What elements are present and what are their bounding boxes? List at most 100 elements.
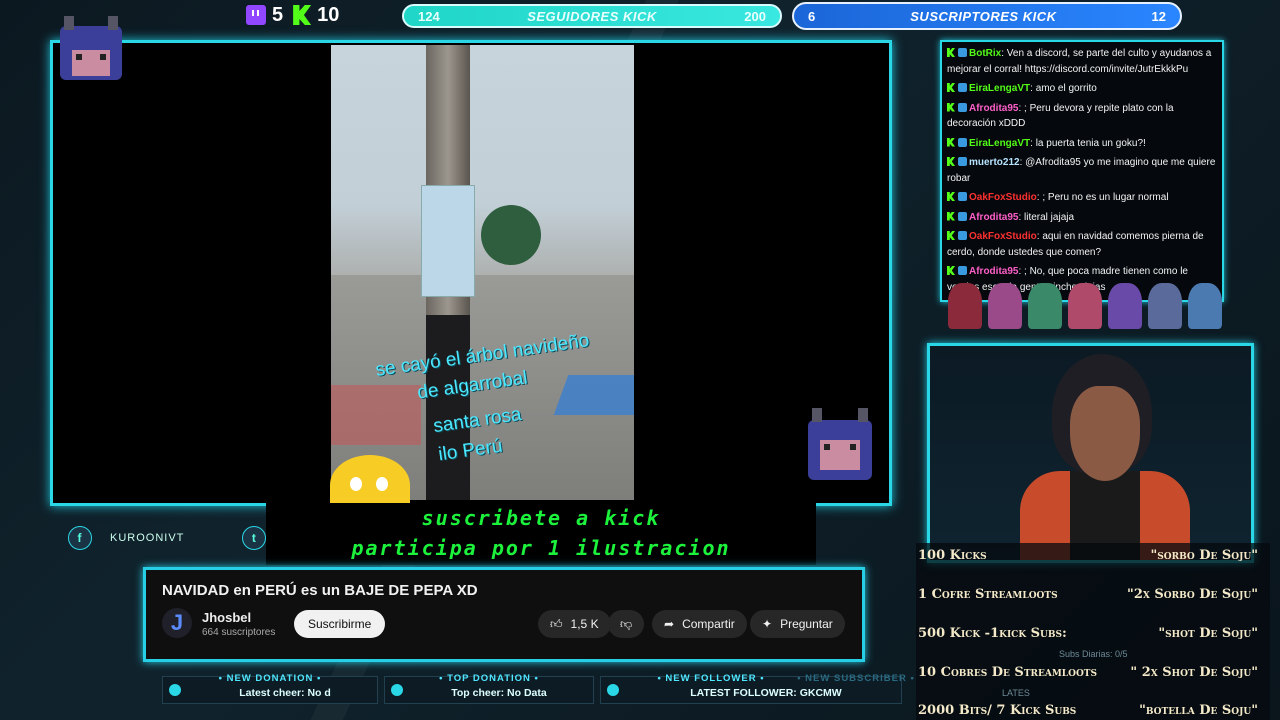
user-badge-icon (958, 231, 967, 240)
kick-badge-icon (947, 48, 955, 57)
chat-message: EiraLengaVT: amo el gorrito (947, 81, 1217, 97)
user-badge-icon (958, 83, 967, 92)
subscriber-heading: • NEW SUBSCRIBER • (797, 673, 915, 684)
goal-reward: " 2x Shot De Soju" (1130, 665, 1258, 680)
chat-username[interactable]: EiraLengaVT (969, 138, 1030, 149)
promo-banner: suscribete a kick participa por 1 ilustr… (266, 503, 816, 565)
pixel-mascot-icon (800, 402, 880, 482)
chat-username[interactable]: Afrodita95 (969, 266, 1018, 277)
socials-row: f KUROONIVT t (68, 526, 267, 550)
subs-current: 6 (808, 8, 816, 24)
chat-text: : amo el gorrito (1030, 83, 1097, 94)
kick-icon (293, 5, 312, 25)
social-handle: KUROONIVT (110, 532, 185, 544)
followers-target: 200 (744, 8, 766, 24)
chat-username[interactable]: BotRix (969, 48, 1001, 59)
monster-icon (948, 283, 982, 329)
kick-badge-icon (947, 137, 955, 147)
video-poster (421, 185, 475, 297)
like-button[interactable]: 👍︎ 1,5 K (538, 610, 611, 638)
subs-daily: Subs Diarias: 0/5 (1059, 649, 1128, 659)
video-content[interactable]: se cayó el árbol navideño de algarrobal … (331, 45, 634, 500)
pixel-mascot-icon (50, 8, 130, 88)
twitch-count: 5 (246, 4, 283, 27)
chat-text: : literal jajaja (1018, 211, 1075, 223)
user-badge-icon (958, 192, 967, 201)
chat-message: EiraLengaVT: la puerta tenia un goku?! (947, 136, 1217, 152)
goal-requirement: 100 Kicks (918, 548, 987, 563)
facebook-icon[interactable]: f (68, 526, 92, 550)
banner-line-1: suscribete a kick (421, 506, 661, 530)
kick-badge-icon (947, 231, 955, 240)
user-badge-icon (958, 137, 967, 147)
thumbs-down-icon: 👎︎ (620, 616, 633, 631)
stream-stats-bar: • NEW DONATION • Latest cheer: No d • TO… (162, 673, 922, 704)
ask-button[interactable]: ✦ Preguntar (750, 610, 845, 638)
lates-label: LATES (1002, 688, 1030, 698)
video-pole-band (426, 315, 470, 500)
goal-row: 500 Kick -1kick Subs: "shot De Soju" (918, 626, 1258, 641)
followers-current: 124 (418, 8, 440, 24)
donation-icon (169, 684, 181, 696)
share-button[interactable]: ➦ Compartir (652, 610, 747, 638)
goal-row: 2000 Bits/ 7 Kick Subs "botella De Soju" (918, 703, 1258, 718)
new-donation-cell: • NEW DONATION • Latest cheer: No d (162, 673, 378, 704)
chat-message: BotRix: Ven a discord, se parte del cult… (947, 46, 1217, 77)
goal-reward: "2x Sorbo De Soju" (1127, 587, 1258, 602)
subs-goal-pill: 6 SUSCRIPTORES KICK 12 (792, 2, 1182, 30)
chat-username[interactable]: Afrodita95 (969, 103, 1018, 114)
top-donation-value: Top cheer: No Data (451, 687, 547, 699)
chat-message: Afrodita95: ; Peru devora y repite plato… (947, 101, 1217, 132)
twitter-icon[interactable]: t (242, 526, 267, 550)
donation-heading: • NEW DONATION • (218, 673, 322, 684)
chat-username[interactable]: OakFoxStudio (969, 192, 1037, 203)
kick-count-value: 10 (317, 3, 340, 26)
kick-badge-icon (947, 266, 955, 275)
banner-line-2: participa por 1 ilustracion (351, 536, 731, 560)
user-badge-icon (958, 266, 967, 275)
donation-value: Latest cheer: No d (239, 687, 331, 699)
kick-badge-icon (947, 211, 955, 221)
share-label: Compartir (682, 617, 735, 631)
monster-icon (1108, 283, 1142, 329)
like-count: 1,5 K (570, 617, 599, 631)
subscribe-button[interactable]: Suscribirme (294, 610, 386, 638)
goal-reward: "sorbo De Soju" (1150, 548, 1259, 563)
avatar-face (1070, 386, 1140, 481)
user-badge-icon (958, 211, 967, 221)
platform-counts: 5 10 (246, 2, 339, 28)
vtuber-camera (927, 343, 1254, 563)
goal-requirement: 500 Kick -1kick Subs: (918, 626, 1067, 641)
channel-name[interactable]: Jhosbel (202, 610, 251, 625)
chat-username[interactable]: Afrodita95 (969, 212, 1018, 223)
user-badge-icon (958, 48, 967, 57)
kick-badge-icon (947, 83, 955, 92)
emoji-eye (350, 477, 362, 491)
share-icon: ➦ (664, 617, 675, 631)
goals-panel: 100 Kicks "sorbo De Soju" 1 Cofre Streaml… (916, 543, 1270, 720)
goal-reward: "botella De Soju" (1139, 703, 1258, 718)
kick-badge-icon (947, 157, 955, 166)
goal-requirement: 10 Cobres De Streamloots (918, 665, 1098, 680)
user-badge-icon (958, 157, 967, 166)
youtube-info-panel: NAVIDAD en PERÚ es un BAJE DE PEPA XD J … (143, 567, 865, 662)
goal-row: 10 Cobres De Streamloots " 2x Shot De Soj… (918, 665, 1258, 680)
chat-username[interactable]: muerto212 (969, 157, 1020, 168)
chat-message: muerto212: @Afrodita95 yo me imagino que… (947, 155, 1217, 186)
dislike-button[interactable]: 👎︎ (608, 610, 645, 638)
channel-avatar[interactable]: J (162, 608, 192, 638)
chat-username[interactable]: EiraLengaVT (969, 83, 1030, 94)
chat-username[interactable]: OakFoxStudio (969, 231, 1037, 242)
goal-reward: "shot De Soju" (1158, 626, 1258, 641)
monster-icon (988, 283, 1022, 329)
pixel-monsters-row (948, 283, 1228, 329)
twitch-count-value: 5 (272, 3, 284, 26)
chat-text: : la puerta tenia un goku?! (1030, 137, 1146, 149)
monster-icon (1148, 283, 1182, 329)
twitch-icon (246, 5, 266, 25)
channel-subscribers: 664 suscriptores (202, 627, 276, 638)
subs-label: SUSCRIPTORES KICK (910, 8, 1057, 24)
goal-row: 100 Kicks "sorbo De Soju" (918, 548, 1258, 563)
followers-label: SEGUIDORES KICK (527, 8, 657, 24)
chat-message: OakFoxStudio: ; Peru no es un lugar norm… (947, 190, 1217, 206)
